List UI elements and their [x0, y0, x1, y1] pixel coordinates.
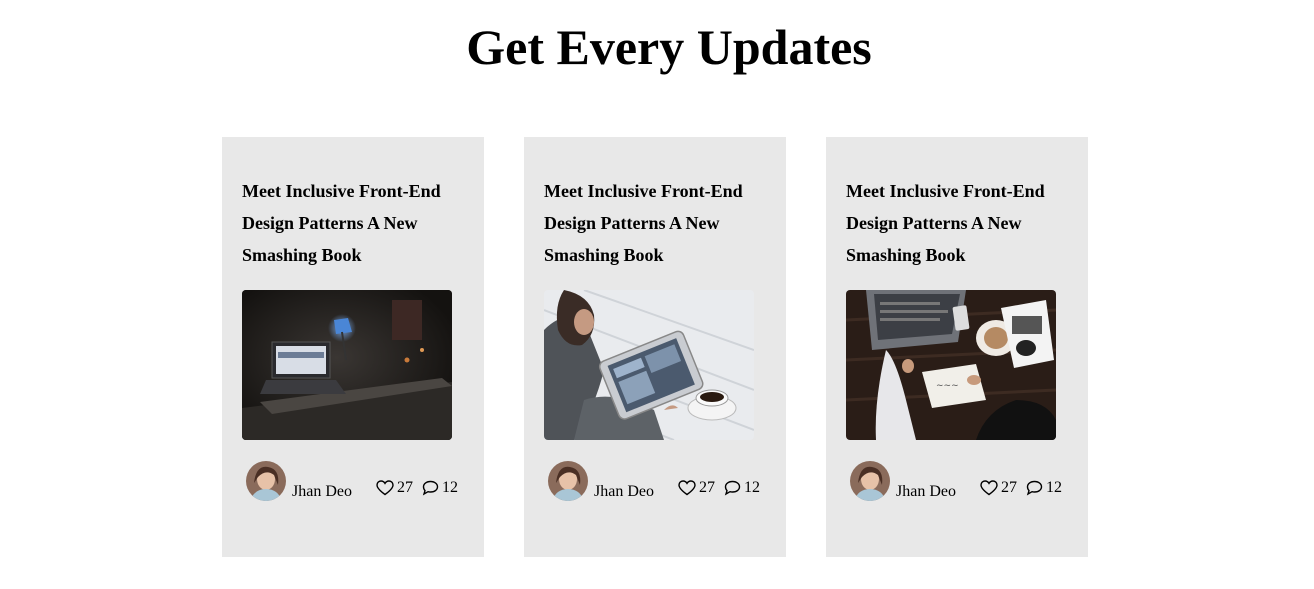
card-title[interactable]: Meet Inclusive Front-End Design Patterns…: [544, 175, 769, 271]
card-meta: Jhan Deo 27 12: [246, 461, 466, 503]
card-list: Meet Inclusive Front-End Design Patterns…: [222, 137, 1088, 557]
comments-count[interactable]: 12: [422, 479, 458, 497]
likes-count[interactable]: 27: [678, 479, 715, 497]
heart-icon: [980, 480, 998, 496]
comments-value: 12: [744, 479, 760, 496]
card-image[interactable]: [544, 290, 754, 440]
card-title[interactable]: Meet Inclusive Front-End Design Patterns…: [846, 175, 1071, 271]
blog-card[interactable]: Meet Inclusive Front-End Design Patterns…: [222, 137, 484, 557]
card-meta: Jhan Deo 27 12: [850, 461, 1070, 503]
speech-bubble-icon: [724, 480, 741, 496]
author-name[interactable]: Jhan Deo: [594, 483, 654, 501]
likes-value: 27: [1001, 479, 1017, 496]
heart-icon: [376, 480, 394, 496]
likes-count[interactable]: 27: [376, 479, 413, 497]
likes-value: 27: [397, 479, 413, 496]
section-title: Get Every Updates: [466, 19, 872, 75]
svg-text:~~~: ~~~: [936, 381, 959, 391]
likes-count[interactable]: 27: [980, 479, 1017, 497]
comments-count[interactable]: 12: [724, 479, 760, 497]
likes-value: 27: [699, 479, 715, 496]
comments-value: 12: [1046, 479, 1062, 496]
avatar[interactable]: [246, 461, 286, 501]
card-meta: Jhan Deo 27 12: [548, 461, 768, 503]
card-image[interactable]: ~~~: [846, 290, 1056, 440]
avatar[interactable]: [548, 461, 588, 501]
card-title[interactable]: Meet Inclusive Front-End Design Patterns…: [242, 175, 467, 271]
card-image[interactable]: [242, 290, 452, 440]
speech-bubble-icon: [1026, 480, 1043, 496]
author-name[interactable]: Jhan Deo: [896, 483, 956, 501]
comments-count[interactable]: 12: [1026, 479, 1062, 497]
updates-page: Get Every Updates Meet Inclusive Front-E…: [0, 0, 1314, 589]
blog-card[interactable]: Meet Inclusive Front-End Design Patterns…: [524, 137, 786, 557]
avatar[interactable]: [850, 461, 890, 501]
blog-card[interactable]: Meet Inclusive Front-End Design Patterns…: [826, 137, 1088, 557]
author-name[interactable]: Jhan Deo: [292, 483, 352, 501]
heart-icon: [678, 480, 696, 496]
comments-value: 12: [442, 479, 458, 496]
speech-bubble-icon: [422, 480, 439, 496]
